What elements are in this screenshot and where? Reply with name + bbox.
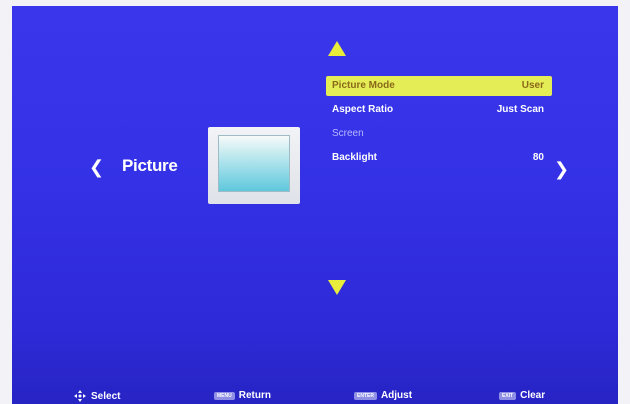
tv-screen-graphic <box>218 135 290 192</box>
menu-item-value: User <box>521 80 544 91</box>
hint-adjust: ENTER Adjust <box>354 390 412 401</box>
triangle-up-icon[interactable] <box>328 41 346 56</box>
menu-item-aspect-ratio[interactable]: Aspect Ratio Just Scan <box>326 100 552 120</box>
chevron-right-icon[interactable]: ❯ <box>554 160 569 178</box>
chevron-left-icon[interactable]: ❮ <box>89 158 104 176</box>
menu-item-label: Aspect Ratio <box>332 104 394 115</box>
menu-item-screen: Screen <box>326 124 552 144</box>
enter-key-icon: ENTER <box>354 391 377 400</box>
menu-item-label: Backlight <box>332 152 378 163</box>
menu-item-label: Picture Mode <box>332 80 395 91</box>
menu-item-backlight[interactable]: Backlight 80 <box>326 148 552 168</box>
hint-clear: EXIT Clear <box>499 390 545 401</box>
hint-return: MENU Return <box>214 390 271 401</box>
menu-item-picture-mode[interactable]: Picture Mode User <box>326 76 552 96</box>
footer-hints: Select MENU Return ENTER Adjust EXIT Cle… <box>12 390 618 404</box>
exit-key-icon: EXIT <box>499 391 517 400</box>
hint-label: Clear <box>520 390 546 401</box>
settings-menu: Picture Mode User Aspect Ratio Just Scan… <box>326 76 552 172</box>
menu-key-icon: MENU <box>214 391 235 400</box>
menu-item-value: Just Scan <box>496 104 544 115</box>
menu-item-label: Screen <box>332 128 364 139</box>
dpad-icon <box>74 390 86 402</box>
hint-label: Return <box>238 390 271 401</box>
hint-label: Adjust <box>380 390 413 401</box>
menu-item-value: 80 <box>532 152 544 163</box>
hint-label: Select <box>91 390 121 402</box>
osd-screen: ❮ Picture Picture Mode User Aspect Ratio… <box>12 6 618 404</box>
category-title: Picture <box>122 156 178 175</box>
triangle-down-icon[interactable] <box>328 280 346 295</box>
hint-select: Select <box>74 390 120 402</box>
tv-icon <box>208 127 300 204</box>
